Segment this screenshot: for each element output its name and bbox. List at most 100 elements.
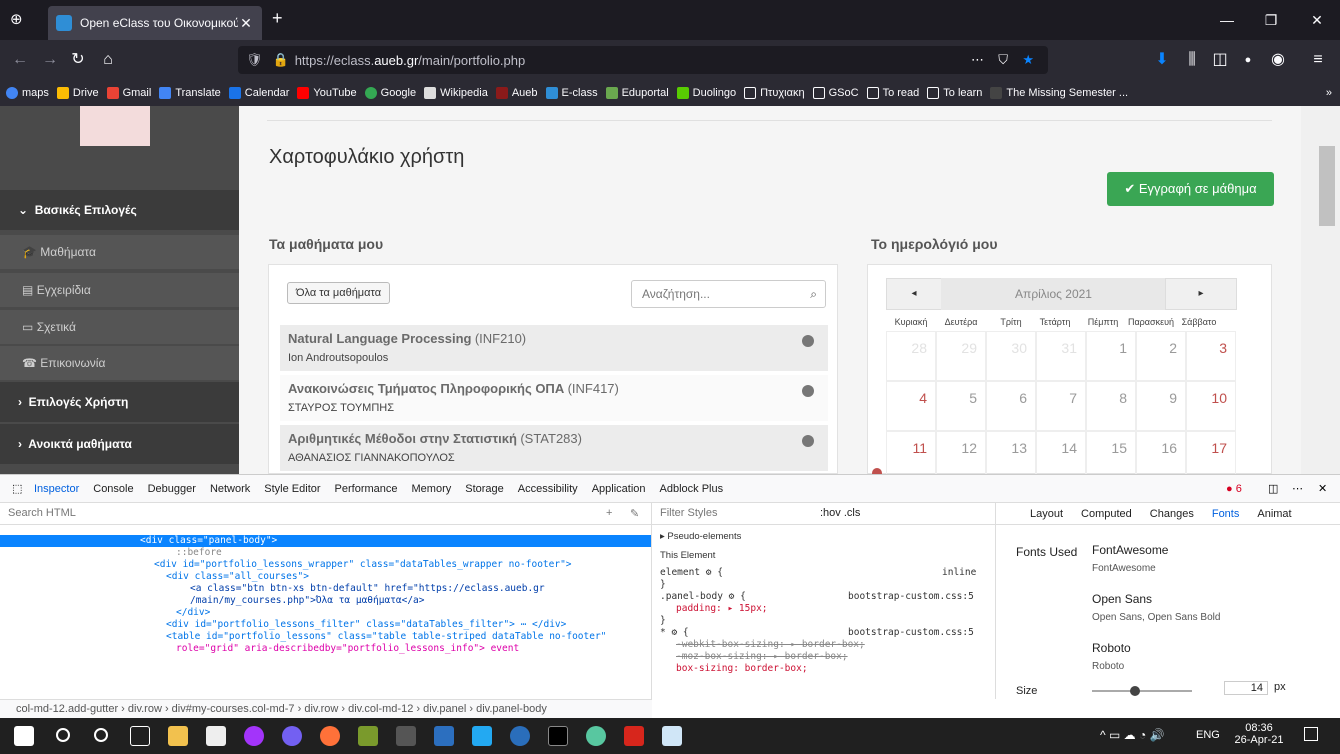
- tab-computed[interactable]: Computed: [1081, 508, 1132, 520]
- size-input[interactable]: 14: [1224, 681, 1268, 695]
- forward-icon[interactable]: →: [38, 48, 62, 72]
- calendar-day[interactable]: 9: [1136, 381, 1186, 431]
- calendar-day[interactable]: 15: [1086, 431, 1136, 474]
- bookmark-item[interactable]: E-class: [545, 87, 598, 99]
- calendar-day[interactable]: 10: [1186, 381, 1236, 431]
- css-declaration-overridden[interactable]: -moz-box-sizing: ▸ border-box;: [660, 651, 987, 663]
- tab-memory[interactable]: Memory: [412, 483, 452, 495]
- sidebar-item-courses[interactable]: 🎓 Μαθήματα: [0, 235, 239, 269]
- document-icon[interactable]: [662, 726, 682, 746]
- reload-icon[interactable]: ↻: [66, 48, 90, 72]
- more-bookmarks-icon[interactable]: »: [1326, 87, 1332, 99]
- html-node[interactable]: <a class="btn btn-xs btn-default" href="…: [0, 583, 651, 595]
- page-scrollbar[interactable]: [1301, 106, 1340, 474]
- css-declaration[interactable]: padding: ▸ 15px;: [660, 603, 987, 615]
- sidebar-section-open-courses[interactable]: › Ανοικτά μαθήματα: [0, 424, 239, 464]
- tab-performance[interactable]: Performance: [335, 483, 398, 495]
- enroll-button[interactable]: ✔ Εγγραφή σε μάθημα: [1107, 172, 1274, 206]
- css-rule-selector[interactable]: .panel-body ⚙ {bootstrap-custom.css:5: [660, 591, 987, 603]
- pick-element-icon[interactable]: ⬚: [12, 482, 22, 495]
- tab-animations[interactable]: Animat: [1257, 508, 1291, 520]
- css-rule-selector[interactable]: element ⚙ {inline: [660, 567, 987, 579]
- html-search-input[interactable]: Search HTML + ✎: [0, 503, 651, 525]
- bookmark-item[interactable]: Translate: [159, 87, 221, 99]
- remove-icon[interactable]: [802, 435, 814, 447]
- size-slider[interactable]: [1092, 686, 1192, 696]
- size-unit-select[interactable]: px: [1274, 681, 1286, 693]
- filter-styles-input[interactable]: Filter Styles:hov .cls: [652, 503, 995, 525]
- app-icon[interactable]: [548, 726, 568, 746]
- tab-accessibility[interactable]: Accessibility: [518, 483, 578, 495]
- html-node[interactable]: /main/my_courses.php">Όλα τα μαθήματα</a…: [0, 595, 651, 607]
- sidebar-item-manuals[interactable]: ▤ Εγχειρίδια: [0, 273, 239, 307]
- close-devtools-icon[interactable]: ✕: [1318, 482, 1327, 495]
- bookmark-item[interactable]: Drive: [56, 87, 99, 99]
- calendar-day[interactable]: 1: [1086, 331, 1136, 381]
- html-node[interactable]: <div class="all_courses">: [0, 571, 651, 583]
- r-icon[interactable]: [510, 726, 530, 746]
- tab-fonts[interactable]: Fonts: [1212, 508, 1240, 520]
- bookmark-item[interactable]: Wikipedia: [424, 87, 488, 99]
- calendar-day[interactable]: 16: [1136, 431, 1186, 474]
- tab-application[interactable]: Application: [592, 483, 646, 495]
- messenger-icon[interactable]: [244, 726, 264, 746]
- pseudo-elements-toggle[interactable]: ▸ Pseudo-elements: [660, 531, 987, 542]
- tab-layout[interactable]: Layout: [1030, 508, 1063, 520]
- calendar-day[interactable]: 28: [886, 331, 936, 381]
- html-node[interactable]: </div>: [0, 607, 651, 619]
- lock-icon[interactable]: 🔒: [273, 52, 289, 68]
- add-node-icon[interactable]: +: [606, 507, 612, 519]
- remove-icon[interactable]: [802, 335, 814, 347]
- calendar-day[interactable]: 2: [1136, 331, 1186, 381]
- vscode-icon[interactable]: [472, 726, 492, 746]
- more-options-icon[interactable]: ⋯: [1292, 482, 1303, 495]
- app-icon[interactable]: [358, 726, 378, 746]
- css-rule-selector[interactable]: * ⚙ {bootstrap-custom.css:5: [660, 627, 987, 639]
- calendar-day[interactable]: 6: [986, 381, 1036, 431]
- css-declaration-overridden[interactable]: -webkit-box-sizing: ▸ border-box;: [660, 639, 987, 651]
- calendar-day[interactable]: 29: [936, 331, 986, 381]
- lesson-name[interactable]: Natural Language Processing: [288, 331, 472, 346]
- notifications-icon[interactable]: [1304, 727, 1318, 741]
- calendar-day[interactable]: 4: [886, 381, 936, 431]
- html-node[interactable]: <div id="portfolio_lessons_wrapper" clas…: [0, 559, 651, 571]
- minimize-icon[interactable]: —: [1204, 0, 1250, 40]
- tab-network[interactable]: Network: [210, 483, 250, 495]
- calendar-day[interactable]: 7: [1036, 381, 1086, 431]
- tray-icons[interactable]: ^ ▭ ☁ ◔ 🔊: [1100, 728, 1165, 742]
- lesson-name[interactable]: Ανακοινώσεις Τμήματος Πληροφορικής ΟΠΑ: [288, 381, 564, 396]
- cortana-icon[interactable]: [94, 728, 108, 742]
- tab-style-editor[interactable]: Style Editor: [264, 483, 320, 495]
- error-badge[interactable]: ● 6: [1226, 483, 1242, 495]
- sidebar-section-basic[interactable]: ⌄ Βασικές Επιλογές: [0, 190, 239, 230]
- dock-icon[interactable]: ◫: [1268, 482, 1278, 495]
- tab-console[interactable]: Console: [93, 483, 133, 495]
- calendar-day[interactable]: 12: [936, 431, 986, 474]
- sidebar-icon[interactable]: ◫: [1208, 48, 1232, 72]
- page-actions-icon[interactable]: ⋯: [971, 52, 984, 68]
- notepad-icon[interactable]: [206, 726, 226, 746]
- close-tab-icon[interactable]: ✕: [238, 15, 254, 32]
- restore-icon[interactable]: ❐: [1248, 0, 1294, 40]
- calendar-next-button[interactable]: ▸: [1165, 278, 1237, 310]
- adblock-icon[interactable]: ●: [1236, 48, 1260, 72]
- home-icon[interactable]: ⌂: [96, 48, 120, 72]
- tab-adblock-plus[interactable]: Adblock Plus: [660, 483, 724, 495]
- bookmark-item[interactable]: Aueb: [495, 87, 538, 99]
- bookmark-item[interactable]: Eduportal: [605, 87, 669, 99]
- calendar-day[interactable]: 14: [1036, 431, 1086, 474]
- bookmark-star-icon[interactable]: ★: [1022, 52, 1034, 68]
- calendar-prev-button[interactable]: ◂: [886, 278, 942, 310]
- app-icon[interactable]: [586, 726, 606, 746]
- language-indicator[interactable]: ENG: [1196, 729, 1220, 741]
- pocket-icon[interactable]: ⛉: [998, 52, 1008, 68]
- acrobat-icon[interactable]: [624, 726, 644, 746]
- bookmark-folder[interactable]: GSoC: [812, 87, 859, 99]
- file-explorer-icon[interactable]: [168, 726, 188, 746]
- app-icon[interactable]: [434, 726, 454, 746]
- firefox-view-icon[interactable]: ⊕: [10, 10, 30, 30]
- eyedropper-icon[interactable]: ✎: [630, 507, 639, 520]
- lesson-row[interactable]: Ανακοινώσεις Τμήματος Πληροφορικής ΟΠΑ (…: [280, 375, 828, 421]
- viber-icon[interactable]: [282, 726, 302, 746]
- html-node[interactable]: ::before: [0, 547, 651, 559]
